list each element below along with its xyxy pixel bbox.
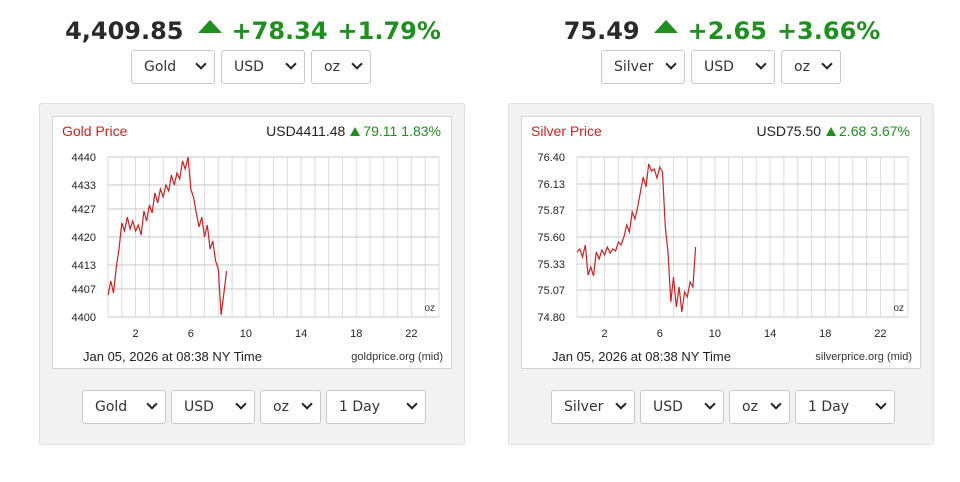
- range-select-value: 1 Day: [339, 399, 381, 415]
- range-select[interactable]: 1 Day: [326, 390, 426, 424]
- y-tick-label: 4420: [72, 232, 96, 244]
- currency-select[interactable]: USD: [691, 50, 775, 84]
- ticker-price: 4,409.85: [65, 17, 184, 45]
- unit-label: oz: [893, 303, 904, 314]
- unit-select-value: oz: [273, 399, 289, 415]
- chart-box: Gold Price USD4411.48 79.11 1.83% 4400 4407…: [52, 116, 452, 369]
- gold-ticker: 4,409.85 +78.34 +1.79%: [38, 14, 468, 48]
- y-tick-label: 76.40: [537, 152, 565, 164]
- metal-select[interactable]: Silver: [601, 50, 685, 84]
- y-tick-label: 4433: [72, 180, 96, 192]
- x-tick-label: 22: [405, 328, 417, 340]
- chevron-down-icon: [195, 58, 207, 70]
- ticker-percent: +1.79%: [337, 17, 441, 45]
- chevron-down-icon: [755, 58, 767, 70]
- up-arrow-icon: [653, 20, 678, 33]
- y-tick-label: 75.60: [537, 232, 565, 244]
- chevron-down-icon: [615, 398, 627, 410]
- currency-select[interactable]: USD: [221, 50, 305, 84]
- chevron-down-icon: [235, 398, 247, 410]
- y-tick-label: 4427: [72, 204, 96, 216]
- chart-timestamp: Jan 05, 2026 at 08:38 NY Time: [83, 349, 262, 364]
- chart-box: Silver Price USD75.50 2.68 3.67% 74.80 75.0…: [521, 116, 921, 369]
- currency-select-value: USD: [234, 59, 264, 75]
- metal-select-value: Gold: [95, 399, 128, 415]
- unit-select[interactable]: oz: [729, 390, 790, 424]
- x-tick-label: 2: [602, 328, 608, 340]
- chevron-down-icon: [875, 398, 887, 410]
- x-tick-label: 2: [133, 328, 139, 340]
- y-tick-label: 75.33: [537, 259, 565, 271]
- chevron-down-icon: [821, 58, 833, 70]
- unit-select-value: oz: [324, 59, 340, 75]
- unit-select[interactable]: oz: [311, 50, 371, 84]
- y-tick-label: 75.07: [537, 285, 565, 297]
- chart-source: goldprice.org (mid): [351, 351, 443, 363]
- ticker-change: +2.65: [687, 17, 767, 45]
- currency-select-value: USD: [704, 59, 734, 75]
- y-tick-label: 75.87: [537, 205, 565, 217]
- up-arrow-icon: [197, 20, 222, 33]
- x-tick-label: 22: [874, 328, 886, 340]
- x-tick-label: 10: [240, 328, 252, 340]
- chevron-down-icon: [704, 398, 716, 410]
- chevron-down-icon: [406, 398, 418, 410]
- unit-select-value: oz: [742, 399, 758, 415]
- x-tick-label: 14: [764, 328, 776, 340]
- x-tick-label: 18: [819, 328, 831, 340]
- chart-panel: Gold Price USD4411.48 79.11 1.83% 4400 4407…: [39, 103, 465, 445]
- currency-select[interactable]: USD: [171, 390, 255, 424]
- unit-select-value: oz: [794, 59, 810, 75]
- chevron-down-icon: [285, 58, 297, 70]
- x-tick-label: 18: [350, 328, 362, 340]
- y-tick-label: 4413: [72, 260, 96, 272]
- chart-timestamp: Jan 05, 2026 at 08:38 NY Time: [552, 349, 731, 364]
- chevron-down-icon: [665, 58, 677, 70]
- metal-select-value: Silver: [564, 399, 604, 415]
- chart-panel: Silver Price USD75.50 2.68 3.67% 74.80 75.0…: [508, 103, 934, 445]
- y-tick-label: 4440: [72, 152, 96, 164]
- silver-ticker: 75.49 +2.65 +3.66%: [507, 14, 937, 48]
- ticker-price: 75.49: [563, 17, 640, 45]
- range-select-value: 1 Day: [808, 399, 850, 415]
- currency-select[interactable]: USD: [640, 390, 724, 424]
- x-tick-label: 6: [188, 328, 194, 340]
- x-tick-label: 10: [709, 328, 721, 340]
- metal-select-value: Gold: [144, 59, 177, 75]
- metal-select-value: Silver: [614, 59, 654, 75]
- price-series-line: [107, 156, 228, 316]
- metal-select[interactable]: Gold: [82, 390, 166, 424]
- y-tick-label: 74.80: [537, 312, 565, 324]
- range-select[interactable]: 1 Day: [795, 390, 895, 424]
- y-tick-label: 4400: [72, 312, 96, 324]
- unit-select[interactable]: oz: [260, 390, 321, 424]
- currency-select-value: USD: [184, 399, 214, 415]
- unit-select[interactable]: oz: [781, 50, 841, 84]
- ticker-change: +78.34: [231, 17, 328, 45]
- chart-source: silverprice.org (mid): [815, 351, 912, 363]
- y-tick-label: 76.13: [537, 179, 565, 191]
- unit-label: oz: [424, 303, 435, 314]
- x-tick-label: 6: [657, 328, 663, 340]
- gold-price-chart: 4400 4407 4413 4420 4427 4433 4440 2 6 10 14 18 22 oz: [72, 152, 440, 340]
- chevron-down-icon: [770, 398, 782, 410]
- metal-select[interactable]: Silver: [551, 390, 635, 424]
- silver-price-chart: 74.80 75.07 75.33 75.60 75.87 76.13 76.40 2 6 10 1…: [537, 152, 909, 340]
- chevron-down-icon: [301, 398, 313, 410]
- x-tick-label: 14: [295, 328, 307, 340]
- chevron-down-icon: [146, 398, 158, 410]
- chevron-down-icon: [351, 58, 363, 70]
- y-tick-label: 4407: [72, 284, 96, 296]
- currency-select-value: USD: [653, 399, 683, 415]
- ticker-percent: +3.66%: [776, 17, 881, 45]
- metal-select[interactable]: Gold: [131, 50, 215, 84]
